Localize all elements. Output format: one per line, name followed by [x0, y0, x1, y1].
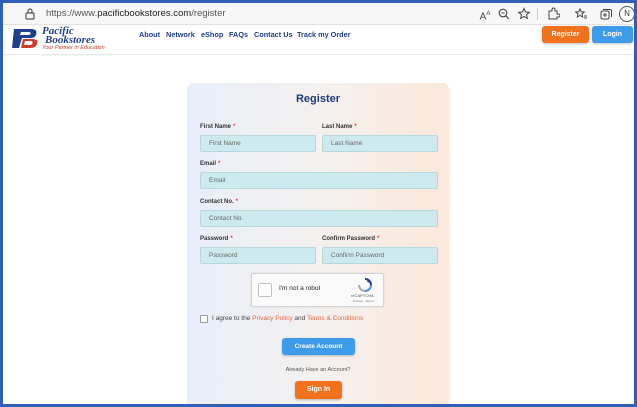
recaptcha-links[interactable]: Privacy - Terms — [353, 299, 374, 303]
recaptcha-label: I'm not a robot — [279, 285, 321, 292]
url-field[interactable]: https://www.pacificbookstores.com/regist… — [46, 8, 226, 19]
zoom-icon[interactable] — [497, 7, 511, 21]
logo-mark-icon — [12, 29, 38, 48]
privacy-policy-link[interactable]: Privacy Policy — [252, 315, 292, 322]
profile-avatar[interactable]: N — [619, 6, 635, 22]
email-field[interactable]: Email — [200, 172, 438, 189]
agree-checkbox[interactable] — [200, 315, 208, 323]
browser-address-bar: https://www.pacificbookstores.com/regist… — [3, 3, 635, 25]
lock-icon[interactable] — [24, 7, 36, 21]
contact-field[interactable]: Contact No. — [200, 210, 438, 227]
header-register-button[interactable]: Register — [542, 26, 589, 43]
recaptcha-checkbox[interactable] — [258, 283, 272, 297]
password-label: Password * — [200, 236, 233, 242]
create-account-button[interactable]: Create Account — [282, 338, 355, 355]
favorites-icon[interactable] — [574, 7, 588, 21]
password-field[interactable]: Password — [200, 247, 316, 264]
logo-tagline: Your Partner in Education — [42, 45, 105, 51]
nav-eshop[interactable]: eShop — [201, 30, 223, 39]
sign-in-button[interactable]: Sign In — [295, 381, 342, 399]
url-host: pacificbookstores.com — [97, 8, 192, 19]
recaptcha-widget: I'm not a robot reCAPTCHA Privacy - Term… — [251, 273, 384, 307]
nav-faqs[interactable]: FAQs — [229, 30, 248, 39]
first-name-field[interactable]: First Name — [200, 135, 316, 152]
email-label: Email * — [200, 161, 221, 167]
nav-about[interactable]: About — [139, 30, 160, 39]
recaptcha-brand: reCAPTCHA — [351, 293, 374, 298]
site-header: Pacific Bookstores Your Partner in Educa… — [3, 25, 634, 54]
site-logo[interactable]: Pacific Bookstores Your Partner in Educa… — [11, 25, 123, 52]
last-name-field[interactable]: Last Name — [322, 135, 438, 152]
recaptcha-logo-icon — [358, 278, 372, 292]
agree-text: I agree to the Privacy Policy and Terms … — [212, 315, 364, 322]
register-title: Register — [295, 93, 341, 105]
first-name-label: First Name * — [200, 124, 236, 130]
last-name-label: Last Name * — [322, 124, 357, 130]
url-path: /register — [191, 8, 226, 19]
read-aloud-icon[interactable]: AA — [478, 7, 492, 22]
extensions-icon[interactable] — [546, 7, 560, 21]
already-account-text: Already Have an Account? — [285, 367, 351, 373]
confirm-password-field[interactable]: Confirm Password — [322, 247, 438, 264]
toolbar-divider — [537, 8, 538, 20]
nav-contact-us[interactable]: Contact Us — [254, 30, 293, 39]
nav-track-order[interactable]: Track my Order — [297, 30, 351, 39]
nav-network[interactable]: Network — [166, 30, 195, 39]
collections-icon[interactable] — [599, 7, 613, 21]
terms-conditions-link[interactable]: Terms & Conditions — [307, 315, 363, 322]
register-card: Register First Name * First Name Last Nam… — [187, 83, 449, 407]
header-login-button[interactable]: Login — [592, 26, 633, 43]
contact-label: Contact No. * — [200, 199, 239, 205]
url-prefix: https://www. — [46, 8, 98, 19]
confirm-password-label: Confirm Password * — [322, 236, 380, 242]
favorite-add-icon[interactable] — [517, 7, 531, 21]
